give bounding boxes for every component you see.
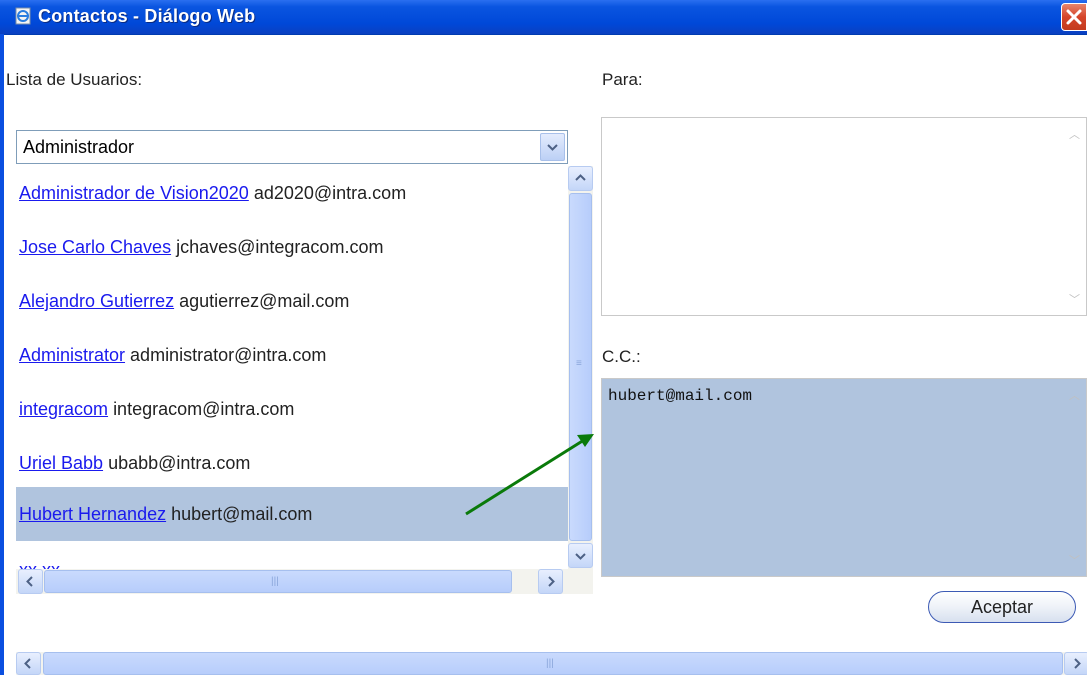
window-border — [0, 34, 4, 675]
dropdown-button[interactable] — [540, 133, 565, 161]
close-icon — [1066, 9, 1082, 25]
scroll-left-button[interactable] — [16, 652, 41, 675]
to-label: Para: — [602, 70, 643, 89]
to-field[interactable]: ︿ ﹀ — [601, 117, 1087, 316]
ie-page-icon — [15, 7, 31, 25]
cc-field-scrollbar[interactable]: ︿ ﹀ — [1064, 379, 1086, 576]
chevron-down-icon: ﹀ — [1069, 555, 1080, 567]
scroll-thumb[interactable]: ||| — [44, 570, 512, 593]
list-item[interactable]: Administrador de Vision2020 ad2020@intra… — [16, 166, 568, 220]
user-name-link[interactable]: Administrador de Vision2020 — [19, 183, 249, 203]
chevron-up-icon — [575, 174, 586, 181]
list-item[interactable]: Administrator administrator@intra.com — [16, 328, 568, 382]
chevron-left-icon — [24, 658, 31, 669]
user-email: agutierrez@mail.com — [179, 291, 350, 311]
list-item[interactable]: Jose Carlo Chaves jchaves@integracom.com — [16, 220, 568, 274]
window-title: Contactos - Diálogo Web — [38, 6, 256, 26]
scroll-thumb[interactable]: ||| — [43, 652, 1063, 675]
chevron-down-icon — [547, 144, 558, 151]
list-item[interactable]: xx xx — [16, 543, 568, 569]
cc-field[interactable]: hubert@mail.com ︿ ﹀ — [601, 378, 1087, 577]
user-email: administrator@intra.com — [130, 345, 327, 365]
cc-label: C.C.: — [602, 347, 641, 366]
user-name-link[interactable]: Administrator — [19, 345, 125, 365]
user-name-link[interactable]: Uriel Babb — [19, 453, 103, 473]
cc-field-value: hubert@mail.com — [608, 387, 753, 405]
user-email: ubabb@intra.com — [108, 453, 251, 473]
user-name-link[interactable]: Hubert Hernandez — [19, 504, 166, 524]
user-email: ad2020@intra.com — [253, 183, 407, 203]
user-name-link[interactable]: Alejandro Gutierrez — [19, 291, 174, 311]
annotation-arrow-icon — [465, 434, 594, 516]
scroll-down-button[interactable] — [568, 543, 593, 568]
list-item[interactable]: Alejandro Gutierrez agutierrez@mail.com — [16, 274, 568, 328]
scroll-left-button[interactable] — [18, 569, 43, 594]
grip-icon: ||| — [546, 658, 554, 669]
scroll-up-button[interactable] — [568, 166, 593, 191]
chevron-down-icon — [575, 553, 586, 560]
user-email: hubert@mail.com — [171, 504, 313, 524]
user-name-link[interactable]: integracom — [19, 399, 108, 419]
scroll-right-button[interactable] — [1064, 652, 1087, 675]
chevron-up-icon: ︿ — [1069, 129, 1080, 141]
chevron-left-icon — [26, 576, 33, 587]
chevron-up-icon: ︿ — [1069, 390, 1080, 402]
user-name-link[interactable]: Jose Carlo Chaves — [19, 237, 171, 257]
title-bar: Contactos - Diálogo Web — [0, 0, 1087, 35]
user-list-horizontal-scrollbar[interactable]: ||| — [16, 569, 593, 594]
grip-icon: ||| — [271, 576, 279, 587]
user-group-select-value: Administrador — [23, 137, 135, 157]
chevron-down-icon: ﹀ — [1069, 294, 1080, 306]
scroll-right-button[interactable] — [538, 569, 563, 594]
user-email: jchaves@integracom.com — [176, 237, 384, 257]
window-horizontal-scrollbar[interactable]: ||| — [16, 652, 1087, 675]
accept-button[interactable]: Aceptar — [928, 591, 1076, 623]
user-group-select[interactable]: Administrador — [16, 130, 568, 164]
chevron-right-icon — [1074, 658, 1081, 669]
list-item[interactable]: integracom integracom@intra.com — [16, 382, 568, 436]
user-email: integracom@intra.com — [113, 399, 295, 419]
users-list-label: Lista de Usuarios: — [6, 70, 143, 89]
to-field-scrollbar[interactable]: ︿ ﹀ — [1064, 118, 1086, 315]
close-button[interactable] — [1061, 3, 1087, 31]
user-name-link[interactable]: xx xx — [19, 560, 60, 569]
chevron-right-icon — [548, 576, 555, 587]
grip-icon: ≡ — [576, 358, 582, 369]
